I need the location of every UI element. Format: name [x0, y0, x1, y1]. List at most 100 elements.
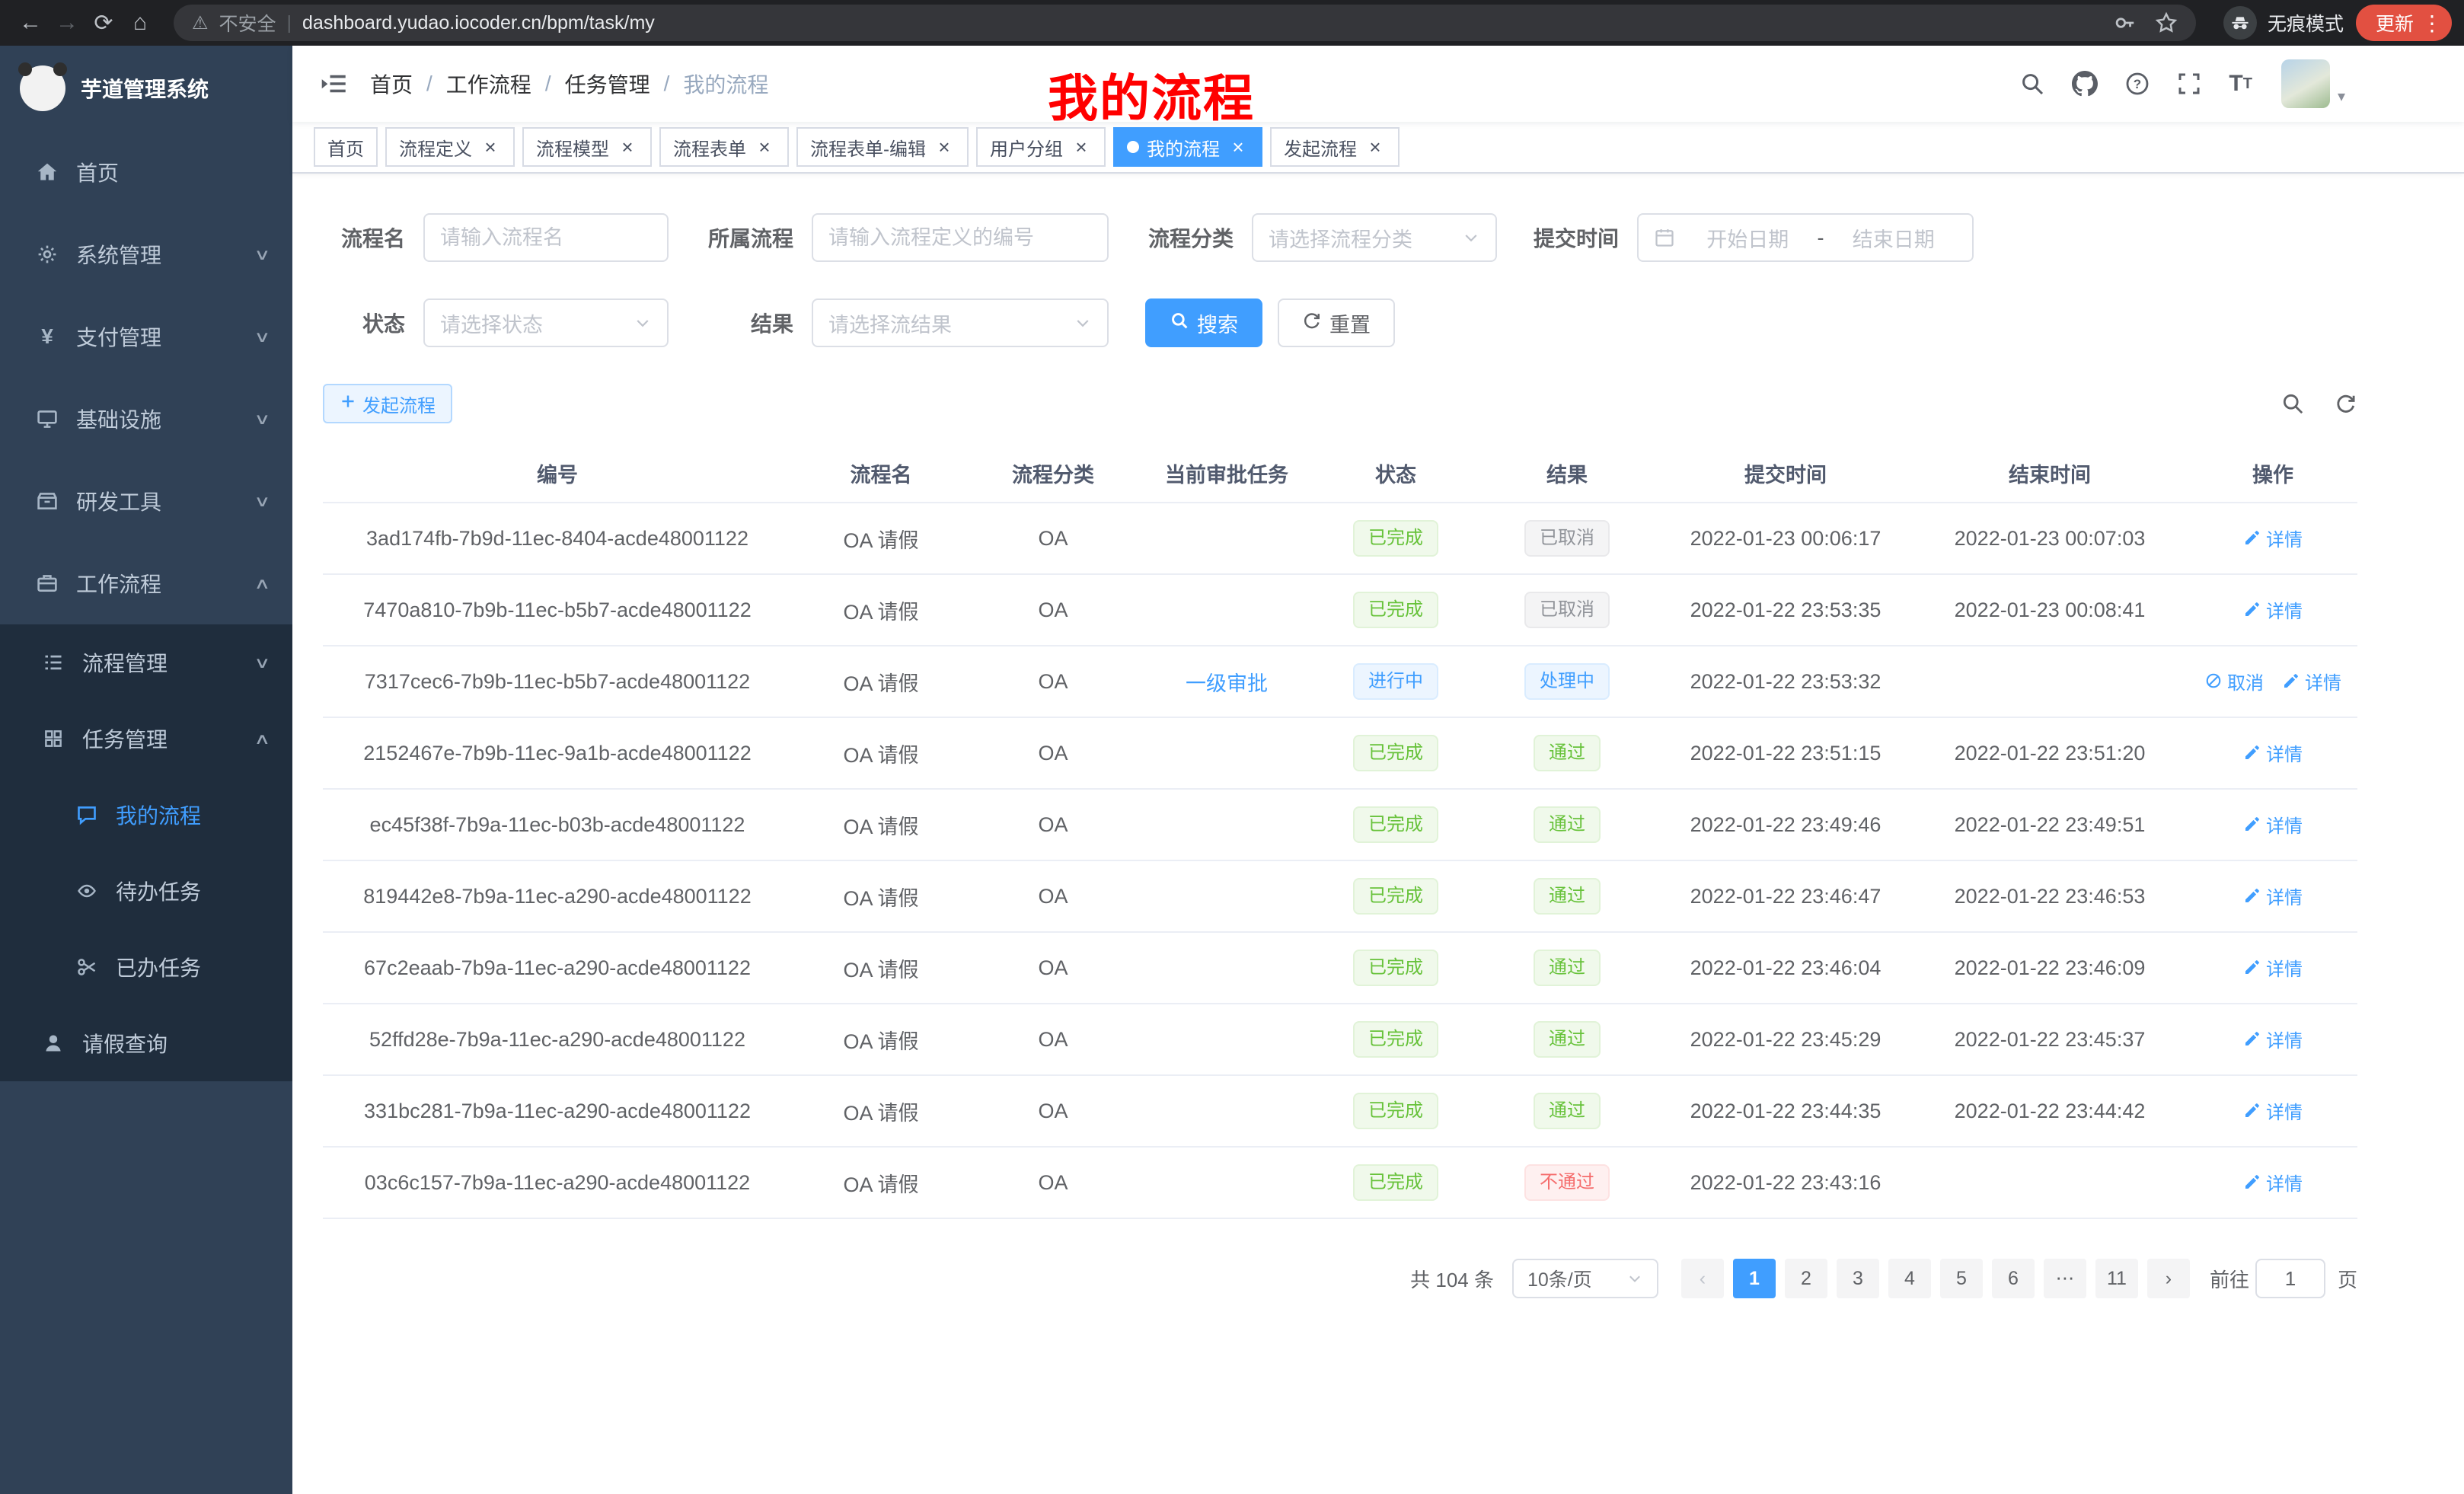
page-size-select[interactable]: 10条/页: [1512, 1259, 1658, 1298]
sidebar-item-process-management[interactable]: 流程管理∨: [0, 624, 292, 701]
process-name-input[interactable]: [423, 213, 669, 262]
detail-action-link[interactable]: 详情: [2243, 596, 2303, 623]
forward-icon[interactable]: →: [49, 10, 85, 36]
parent-process-input[interactable]: [812, 213, 1109, 262]
status-select[interactable]: 请选择状态: [423, 298, 669, 347]
tab-process-form[interactable]: 流程表单×: [659, 127, 789, 167]
security-warning-label[interactable]: 不安全: [219, 9, 276, 37]
goto-page-input[interactable]: [2255, 1259, 2325, 1298]
column-header: 状态: [1317, 445, 1474, 503]
result-select[interactable]: 请选择流结果: [812, 298, 1109, 347]
tab-close-icon[interactable]: ×: [480, 136, 501, 158]
tab-label: 流程表单-编辑: [810, 134, 926, 161]
font-size-icon[interactable]: TT: [2215, 46, 2266, 122]
breadcrumb-item[interactable]: 任务管理: [565, 69, 650, 99]
detail-action-link[interactable]: 详情: [2243, 954, 2303, 981]
tab-start-process[interactable]: 发起流程×: [1270, 127, 1400, 167]
start-date-placeholder[interactable]: 开始日期: [1684, 223, 1811, 253]
chevron-down-icon: ∨: [254, 492, 271, 511]
page-button[interactable]: 1: [1733, 1259, 1776, 1298]
cell-result: 通过: [1474, 932, 1660, 1004]
browser-home-icon[interactable]: ⌂: [122, 10, 158, 36]
toggle-search-icon[interactable]: [2281, 392, 2304, 415]
action-label: 详情: [2266, 596, 2303, 623]
page-button[interactable]: 6: [1992, 1259, 2035, 1298]
address-bar[interactable]: ⚠ 不安全 | dashboard.yudao.iocoder.cn/bpm/t…: [174, 5, 2196, 41]
page-button[interactable]: 3: [1837, 1259, 1879, 1298]
url-text[interactable]: dashboard.yudao.iocoder.cn/bpm/task/my: [302, 12, 2103, 34]
category-select[interactable]: 请选择流程分类: [1252, 213, 1497, 262]
tab-user-group[interactable]: 用户分组×: [976, 127, 1106, 167]
sidebar-item-done-tasks[interactable]: 已办任务: [0, 929, 292, 1005]
detail-action-link[interactable]: 详情: [2243, 1026, 2303, 1052]
cell-actions: 详情: [2188, 1075, 2357, 1147]
detail-action-link[interactable]: 详情: [2243, 525, 2303, 551]
breadcrumb-item[interactable]: 工作流程: [446, 69, 531, 99]
bookmark-star-icon[interactable]: [2155, 11, 2178, 34]
action-label: 取消: [2227, 668, 2264, 694]
more-pages-button[interactable]: ⋯: [2044, 1259, 2086, 1298]
sidebar-item-workflow[interactable]: 工作流程∧: [0, 542, 292, 624]
sidebar-item-my-process[interactable]: 我的流程: [0, 777, 292, 853]
next-page-button[interactable]: ›: [2147, 1259, 2190, 1298]
security-warning-icon[interactable]: ⚠: [192, 12, 209, 34]
main-area: 首页/工作流程/任务管理/我的流程 ? TT ▾ 首页流程定义×流程模型×流程表…: [292, 46, 2464, 1494]
password-key-icon[interactable]: [2114, 11, 2137, 34]
tab-close-icon[interactable]: ×: [617, 136, 638, 158]
tab-my-process[interactable]: 我的流程×: [1113, 127, 1262, 167]
tab-process-definition[interactable]: 流程定义×: [385, 127, 515, 167]
search-button[interactable]: 搜索: [1145, 298, 1262, 347]
tab-close-icon[interactable]: ×: [934, 136, 955, 158]
page-button[interactable]: 2: [1785, 1259, 1827, 1298]
back-icon[interactable]: ←: [12, 10, 49, 36]
submit-time-range[interactable]: 开始日期 - 结束日期: [1637, 213, 1974, 262]
prev-page-button[interactable]: ‹: [1681, 1259, 1724, 1298]
breadcrumb-item[interactable]: 首页: [370, 69, 413, 99]
sidebar-item-task-management[interactable]: 任务管理∧: [0, 701, 292, 777]
detail-action-link[interactable]: 详情: [2243, 1097, 2303, 1124]
refresh-table-icon[interactable]: [2335, 392, 2357, 415]
sidebar-item-system[interactable]: 系统管理∨: [0, 213, 292, 295]
start-process-button[interactable]: 发起流程: [323, 384, 452, 423]
avatar[interactable]: [2281, 59, 2330, 108]
page-buttons: ‹123456⋯11›: [1677, 1259, 2194, 1298]
cell-submit-time: 2022-01-22 23:46:04: [1660, 932, 1911, 1004]
detail-action-link[interactable]: 详情: [2243, 739, 2303, 766]
app-logo[interactable]: 芋道管理系统: [0, 46, 292, 131]
sidebar-toggle-icon[interactable]: [320, 70, 347, 97]
page-button[interactable]: 5: [1940, 1259, 1983, 1298]
page-button[interactable]: 4: [1888, 1259, 1931, 1298]
breadcrumb-item[interactable]: 我的流程: [683, 69, 768, 99]
sidebar-item-devtools[interactable]: 研发工具∨: [0, 460, 292, 542]
page-button[interactable]: 11: [2095, 1259, 2138, 1298]
sidebar-item-leave-query[interactable]: 请假查询: [0, 1005, 292, 1081]
column-header: 流程名: [792, 445, 970, 503]
github-icon[interactable]: [2058, 46, 2111, 122]
fullscreen-icon[interactable]: [2163, 46, 2215, 122]
cancel-action-link[interactable]: 取消: [2204, 668, 2264, 694]
end-date-placeholder[interactable]: 结束日期: [1830, 223, 1958, 253]
tab-close-icon[interactable]: ×: [1227, 136, 1249, 158]
tab-close-icon[interactable]: ×: [754, 136, 775, 158]
sidebar-item-home[interactable]: 首页: [0, 131, 292, 213]
detail-action-link[interactable]: 详情: [2282, 668, 2341, 694]
sidebar-item-payment[interactable]: ¥支付管理∨: [0, 295, 292, 378]
sidebar-item-todo-tasks[interactable]: 待办任务: [0, 853, 292, 929]
detail-action-link[interactable]: 详情: [2243, 811, 2303, 838]
help-icon[interactable]: ?: [2111, 46, 2163, 122]
update-button[interactable]: 更新 ⋮: [2356, 5, 2452, 41]
tab-home[interactable]: 首页: [314, 127, 378, 167]
tab-close-icon[interactable]: ×: [1071, 136, 1092, 158]
search-icon[interactable]: [2006, 46, 2058, 122]
detail-action-link[interactable]: 详情: [2243, 1169, 2303, 1196]
browser-menu-icon[interactable]: ⋮: [2421, 11, 2443, 36]
tab-close-icon[interactable]: ×: [1364, 136, 1386, 158]
reset-button[interactable]: 重置: [1278, 298, 1395, 347]
tab-process-model[interactable]: 流程模型×: [522, 127, 652, 167]
tab-process-form-edit[interactable]: 流程表单-编辑 ×: [796, 127, 969, 167]
caret-down-icon[interactable]: ▾: [2338, 87, 2345, 106]
detail-action-link[interactable]: 详情: [2243, 883, 2303, 909]
current-task-link[interactable]: 一级审批: [1186, 672, 1268, 695]
sidebar-item-infrastructure[interactable]: 基础设施∨: [0, 378, 292, 460]
reload-icon[interactable]: ⟳: [85, 10, 122, 37]
